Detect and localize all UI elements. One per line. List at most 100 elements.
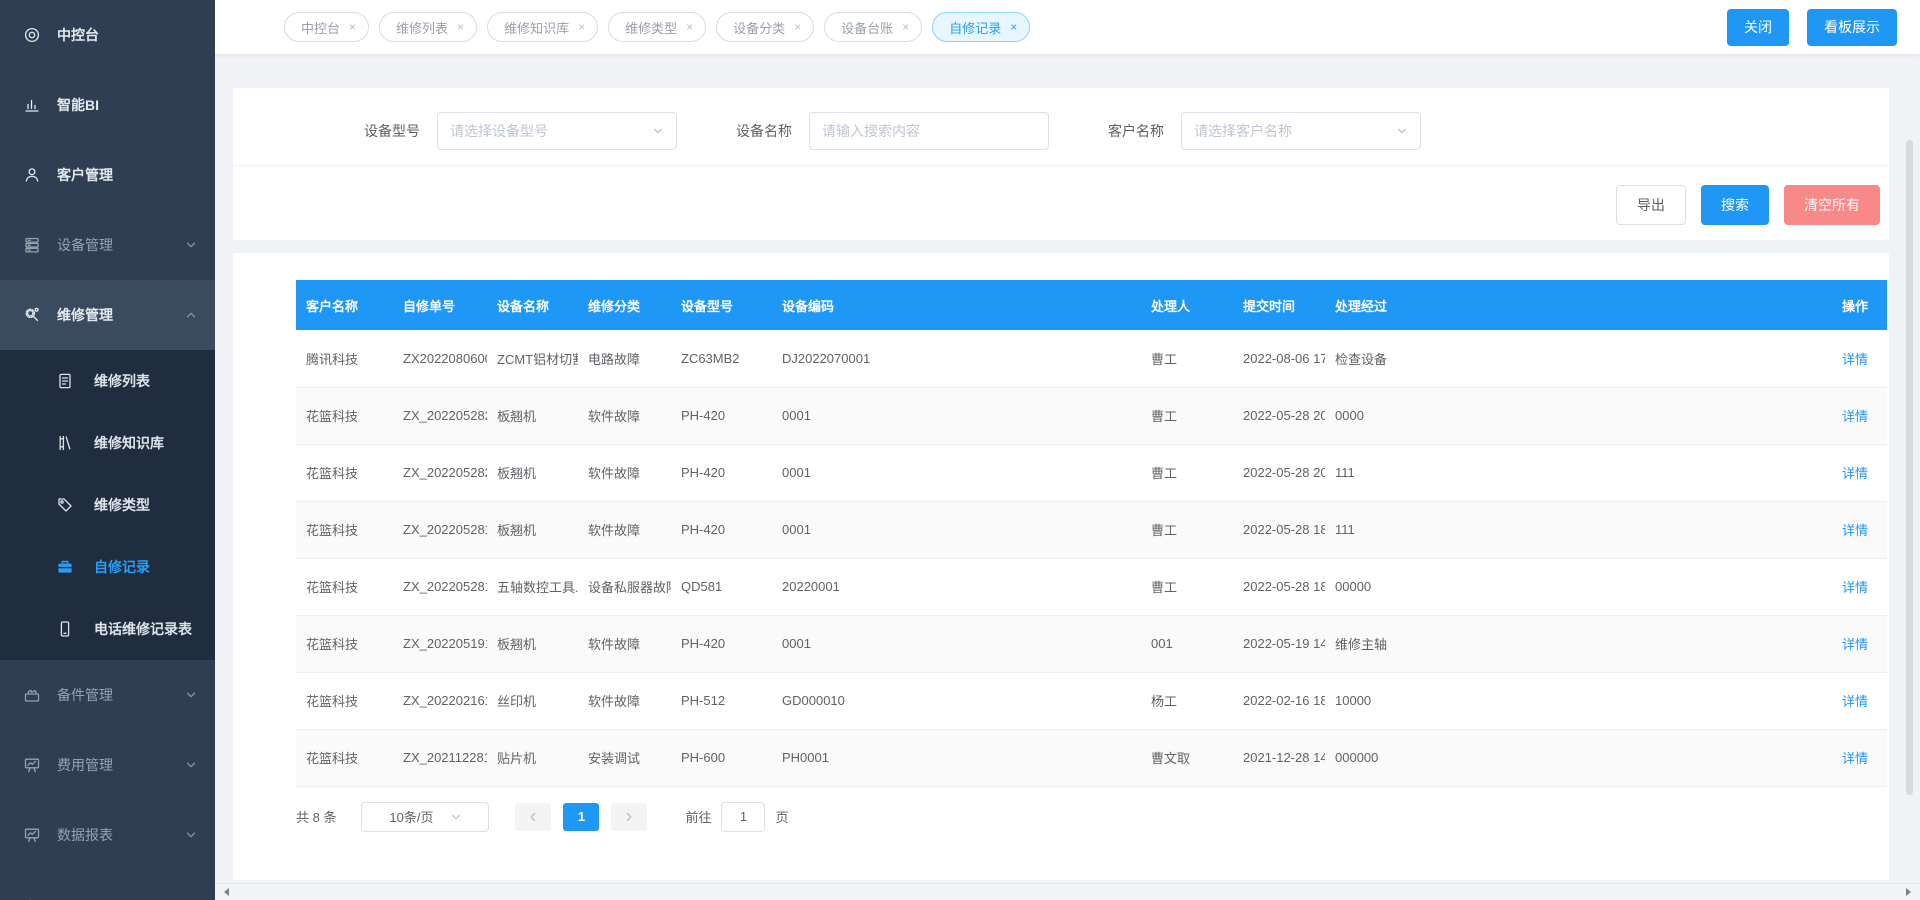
tab-close-icon[interactable]: × bbox=[902, 20, 909, 34]
table-cell: ZX2022080600... bbox=[393, 330, 487, 387]
chevron-down-icon bbox=[652, 125, 664, 137]
table-action-cell: 详情 bbox=[1807, 615, 1887, 672]
customer-name-select[interactable]: 请选择客户名称 bbox=[1181, 112, 1421, 150]
table-action-cell: 详情 bbox=[1807, 558, 1887, 615]
tab-label: 维修知识库 bbox=[504, 18, 569, 37]
search-button[interactable]: 搜索 bbox=[1701, 185, 1769, 225]
chevron-down-icon bbox=[450, 811, 462, 823]
table-cell: PH-420 bbox=[671, 501, 772, 558]
table-cell: 设备私服器故障 bbox=[578, 558, 671, 615]
table-header-cell: 处理人 bbox=[1141, 280, 1233, 330]
device-model-placeholder: 请选择设备型号 bbox=[450, 121, 548, 141]
tab-bar: 中控台×维修列表×维修知识库×维修类型×设备分类×设备台账×自修记录× bbox=[284, 12, 1727, 42]
table-cell: 10000 bbox=[1325, 672, 1807, 729]
sidebar-item-console[interactable]: 中控台 bbox=[0, 0, 215, 70]
tab-4[interactable]: 设备分类× bbox=[716, 12, 814, 42]
table-cell: 软件故障 bbox=[578, 444, 671, 501]
tab-6[interactable]: 自修记录× bbox=[932, 12, 1030, 42]
main-area: 中控台×维修列表×维修知识库×维修类型×设备分类×设备台账×自修记录× 关闭 看… bbox=[215, 0, 1920, 900]
table-cell: 曹工 bbox=[1141, 558, 1233, 615]
sidebar-item-repair-type[interactable]: 维修类型 bbox=[0, 474, 215, 536]
table-cell: 2022-05-28 18:... bbox=[1233, 501, 1325, 558]
scroll-right-arrow-icon[interactable] bbox=[1906, 888, 1915, 896]
sidebar-submenu: 维修列表维修知识库维修类型自修记录电话维修记录表 bbox=[0, 350, 215, 660]
detail-link[interactable]: 详情 bbox=[1842, 580, 1868, 595]
sidebar-item-repair-list[interactable]: 维修列表 bbox=[0, 350, 215, 412]
table-cell: 曹工 bbox=[1141, 444, 1233, 501]
detail-link[interactable]: 详情 bbox=[1842, 694, 1868, 709]
table-cell: 2022-05-19 14:... bbox=[1233, 615, 1325, 672]
detail-link[interactable]: 详情 bbox=[1842, 352, 1868, 367]
sidebar-item-label: 设备管理 bbox=[57, 235, 185, 255]
sidebar-item-repair-management[interactable]: 维修管理 bbox=[0, 280, 215, 350]
detail-link[interactable]: 详情 bbox=[1842, 466, 1868, 481]
sidebar-item-label: 自修记录 bbox=[94, 557, 197, 577]
sidebar-item-smart-bi[interactable]: 智能BI bbox=[0, 70, 215, 140]
table-cell: 杨工 bbox=[1141, 672, 1233, 729]
next-page-button[interactable] bbox=[611, 803, 647, 831]
clear-all-button[interactable]: 清空所有 bbox=[1784, 185, 1880, 225]
tab-2[interactable]: 维修知识库 × bbox=[487, 12, 598, 42]
sidebar-item-device-management[interactable]: 设备管理 bbox=[0, 210, 215, 280]
books-icon bbox=[55, 434, 75, 452]
tab-label: 维修列表 bbox=[396, 18, 448, 37]
sidebar-item-customer-management[interactable]: 客户管理 bbox=[0, 140, 215, 210]
vertical-scrollbar-thumb[interactable] bbox=[1906, 140, 1913, 795]
sidebar-item-spare-parts-management[interactable]: 备件管理 bbox=[0, 660, 215, 730]
tab-close-icon[interactable]: × bbox=[578, 20, 585, 34]
table-cell: 软件故障 bbox=[578, 387, 671, 444]
console-icon bbox=[22, 26, 42, 44]
table-cell: 板翘机 bbox=[487, 501, 578, 558]
horizontal-scrollbar[interactable] bbox=[215, 883, 1920, 900]
previous-page-button[interactable] bbox=[515, 803, 551, 831]
goto-page-input[interactable] bbox=[721, 802, 765, 832]
tab-close-icon[interactable]: × bbox=[1010, 20, 1017, 34]
sidebar: 中控台智能BI客户管理设备管理维修管理维修列表维修知识库维修类型自修记录电话维修… bbox=[0, 0, 215, 900]
table-card: 客户名称自修单号设备名称维修分类设备型号设备编码处理人提交时间处理经过操作 腾讯… bbox=[233, 253, 1889, 880]
detail-link[interactable]: 详情 bbox=[1842, 523, 1868, 538]
table-cell: ZX_202112281... bbox=[393, 729, 487, 786]
sidebar-item-data-report[interactable]: 数据报表 bbox=[0, 800, 215, 870]
sidebar-item-label: 备件管理 bbox=[57, 685, 185, 705]
close-button[interactable]: 关闭 bbox=[1727, 9, 1789, 46]
sidebar-item-partial[interactable] bbox=[0, 870, 215, 900]
topbar-buttons: 关闭 看板展示 bbox=[1727, 9, 1897, 46]
sidebar-item-phone-repair-record[interactable]: 电话维修记录表 bbox=[0, 598, 215, 660]
tab-close-icon[interactable]: × bbox=[686, 20, 693, 34]
sidebar-item-repair-knowledge-base[interactable]: 维修知识库 bbox=[0, 412, 215, 474]
toolbox-icon bbox=[55, 558, 75, 576]
board-display-button[interactable]: 看板展示 bbox=[1807, 9, 1897, 46]
sidebar-item-self-repair-record[interactable]: 自修记录 bbox=[0, 536, 215, 598]
sidebar-item-expense-management[interactable]: 费用管理 bbox=[0, 730, 215, 800]
table-cell: 电路故障 bbox=[578, 330, 671, 387]
detail-link[interactable]: 详情 bbox=[1842, 751, 1868, 766]
table-header-cell: 设备名称 bbox=[487, 280, 578, 330]
tab-close-icon[interactable]: × bbox=[794, 20, 801, 34]
table-body: 腾讯科技ZX2022080600...ZCMT铝材切割...电路故障ZC63MB… bbox=[296, 330, 1887, 786]
table-header-cell: 处理经过 bbox=[1325, 280, 1807, 330]
device-model-select[interactable]: 请选择设备型号 bbox=[437, 112, 677, 150]
export-button[interactable]: 导出 bbox=[1616, 185, 1686, 225]
current-page-button[interactable]: 1 bbox=[563, 803, 599, 831]
filter-row: 设备型号 请选择设备型号 设备名称 客户名称 请选择客户名称 bbox=[233, 88, 1889, 150]
table-cell: ZX_202205282... bbox=[393, 444, 487, 501]
table-cell: PH-420 bbox=[671, 387, 772, 444]
device-name-input[interactable] bbox=[822, 123, 1036, 139]
tab-close-icon[interactable]: × bbox=[457, 20, 464, 34]
table-cell: 20220001 bbox=[772, 558, 1141, 615]
tab-3[interactable]: 维修类型× bbox=[608, 12, 706, 42]
table-cell: 花篮科技 bbox=[296, 729, 393, 786]
detail-link[interactable]: 详情 bbox=[1842, 409, 1868, 424]
page-size-select[interactable]: 10条/页 bbox=[361, 802, 489, 832]
tab-5[interactable]: 设备台账× bbox=[824, 12, 922, 42]
tab-0[interactable]: 中控台× bbox=[284, 12, 369, 42]
phone-icon bbox=[55, 620, 75, 638]
detail-link[interactable]: 详情 bbox=[1842, 637, 1868, 652]
table-cell: 维修主轴 bbox=[1325, 615, 1807, 672]
table-header: 客户名称自修单号设备名称维修分类设备型号设备编码处理人提交时间处理经过操作 bbox=[296, 280, 1887, 330]
tab-close-icon[interactable]: × bbox=[349, 20, 356, 34]
scroll-left-arrow-icon[interactable] bbox=[220, 888, 229, 896]
tab-1[interactable]: 维修列表 × bbox=[379, 12, 477, 42]
table-cell: 腾讯科技 bbox=[296, 330, 393, 387]
table-cell: 花篮科技 bbox=[296, 558, 393, 615]
